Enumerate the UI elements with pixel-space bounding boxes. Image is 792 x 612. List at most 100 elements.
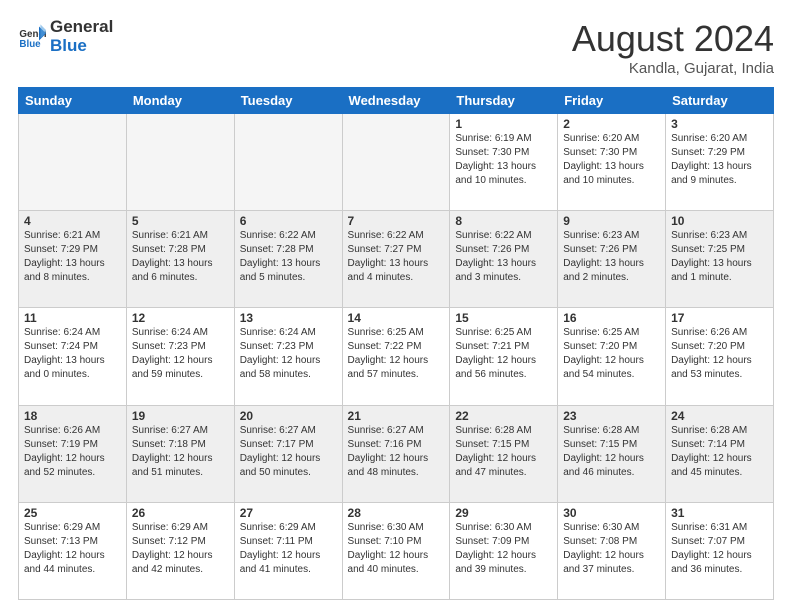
day-number: 25 bbox=[24, 506, 121, 520]
col-saturday: Saturday bbox=[666, 88, 774, 114]
day-number: 23 bbox=[563, 409, 660, 423]
day-number: 6 bbox=[240, 214, 337, 228]
day-info: Sunrise: 6:24 AM Sunset: 7:24 PM Dayligh… bbox=[24, 326, 121, 382]
calendar-cell: 16Sunrise: 6:25 AM Sunset: 7:20 PM Dayli… bbox=[558, 308, 666, 405]
calendar-cell: 24Sunrise: 6:28 AM Sunset: 7:14 PM Dayli… bbox=[666, 405, 774, 502]
calendar-cell: 13Sunrise: 6:24 AM Sunset: 7:23 PM Dayli… bbox=[234, 308, 342, 405]
day-info: Sunrise: 6:19 AM Sunset: 7:30 PM Dayligh… bbox=[455, 132, 552, 188]
calendar-cell: 9Sunrise: 6:23 AM Sunset: 7:26 PM Daylig… bbox=[558, 211, 666, 308]
calendar-cell: 22Sunrise: 6:28 AM Sunset: 7:15 PM Dayli… bbox=[450, 405, 558, 502]
day-info: Sunrise: 6:26 AM Sunset: 7:19 PM Dayligh… bbox=[24, 424, 121, 480]
page: General Blue General Blue August 2024 Ka… bbox=[0, 0, 792, 612]
day-number: 1 bbox=[455, 117, 552, 131]
calendar-cell: 11Sunrise: 6:24 AM Sunset: 7:24 PM Dayli… bbox=[19, 308, 127, 405]
calendar-cell: 10Sunrise: 6:23 AM Sunset: 7:25 PM Dayli… bbox=[666, 211, 774, 308]
calendar-week-row: 11Sunrise: 6:24 AM Sunset: 7:24 PM Dayli… bbox=[19, 308, 774, 405]
calendar-cell: 3Sunrise: 6:20 AM Sunset: 7:29 PM Daylig… bbox=[666, 114, 774, 211]
day-info: Sunrise: 6:24 AM Sunset: 7:23 PM Dayligh… bbox=[132, 326, 229, 382]
day-info: Sunrise: 6:22 AM Sunset: 7:28 PM Dayligh… bbox=[240, 229, 337, 285]
col-wednesday: Wednesday bbox=[342, 88, 450, 114]
day-info: Sunrise: 6:29 AM Sunset: 7:12 PM Dayligh… bbox=[132, 521, 229, 577]
calendar-header-row: Sunday Monday Tuesday Wednesday Thursday… bbox=[19, 88, 774, 114]
day-number: 19 bbox=[132, 409, 229, 423]
svg-text:Blue: Blue bbox=[19, 38, 41, 49]
calendar-cell: 27Sunrise: 6:29 AM Sunset: 7:11 PM Dayli… bbox=[234, 502, 342, 599]
day-info: Sunrise: 6:22 AM Sunset: 7:26 PM Dayligh… bbox=[455, 229, 552, 285]
day-number: 15 bbox=[455, 311, 552, 325]
day-number: 11 bbox=[24, 311, 121, 325]
logo: General Blue General Blue bbox=[18, 18, 113, 55]
calendar-cell: 4Sunrise: 6:21 AM Sunset: 7:29 PM Daylig… bbox=[19, 211, 127, 308]
day-number: 9 bbox=[563, 214, 660, 228]
day-info: Sunrise: 6:27 AM Sunset: 7:17 PM Dayligh… bbox=[240, 424, 337, 480]
day-info: Sunrise: 6:28 AM Sunset: 7:15 PM Dayligh… bbox=[563, 424, 660, 480]
month-title: August 2024 bbox=[572, 18, 774, 60]
day-info: Sunrise: 6:25 AM Sunset: 7:22 PM Dayligh… bbox=[348, 326, 445, 382]
calendar-week-row: 1Sunrise: 6:19 AM Sunset: 7:30 PM Daylig… bbox=[19, 114, 774, 211]
day-info: Sunrise: 6:30 AM Sunset: 7:08 PM Dayligh… bbox=[563, 521, 660, 577]
day-number: 24 bbox=[671, 409, 768, 423]
day-number: 22 bbox=[455, 409, 552, 423]
day-number: 20 bbox=[240, 409, 337, 423]
day-info: Sunrise: 6:24 AM Sunset: 7:23 PM Dayligh… bbox=[240, 326, 337, 382]
day-number: 28 bbox=[348, 506, 445, 520]
calendar-cell: 17Sunrise: 6:26 AM Sunset: 7:20 PM Dayli… bbox=[666, 308, 774, 405]
day-number: 5 bbox=[132, 214, 229, 228]
day-info: Sunrise: 6:29 AM Sunset: 7:11 PM Dayligh… bbox=[240, 521, 337, 577]
day-number: 29 bbox=[455, 506, 552, 520]
calendar-cell: 8Sunrise: 6:22 AM Sunset: 7:26 PM Daylig… bbox=[450, 211, 558, 308]
day-info: Sunrise: 6:20 AM Sunset: 7:29 PM Dayligh… bbox=[671, 132, 768, 188]
day-number: 26 bbox=[132, 506, 229, 520]
calendar-cell: 25Sunrise: 6:29 AM Sunset: 7:13 PM Dayli… bbox=[19, 502, 127, 599]
day-number: 12 bbox=[132, 311, 229, 325]
day-info: Sunrise: 6:21 AM Sunset: 7:29 PM Dayligh… bbox=[24, 229, 121, 285]
calendar-cell: 20Sunrise: 6:27 AM Sunset: 7:17 PM Dayli… bbox=[234, 405, 342, 502]
day-info: Sunrise: 6:20 AM Sunset: 7:30 PM Dayligh… bbox=[563, 132, 660, 188]
calendar-table: Sunday Monday Tuesday Wednesday Thursday… bbox=[18, 87, 774, 600]
day-info: Sunrise: 6:22 AM Sunset: 7:27 PM Dayligh… bbox=[348, 229, 445, 285]
calendar-cell: 1Sunrise: 6:19 AM Sunset: 7:30 PM Daylig… bbox=[450, 114, 558, 211]
col-friday: Friday bbox=[558, 88, 666, 114]
day-number: 3 bbox=[671, 117, 768, 131]
day-info: Sunrise: 6:25 AM Sunset: 7:20 PM Dayligh… bbox=[563, 326, 660, 382]
day-info: Sunrise: 6:26 AM Sunset: 7:20 PM Dayligh… bbox=[671, 326, 768, 382]
col-sunday: Sunday bbox=[19, 88, 127, 114]
calendar-cell: 15Sunrise: 6:25 AM Sunset: 7:21 PM Dayli… bbox=[450, 308, 558, 405]
calendar-week-row: 18Sunrise: 6:26 AM Sunset: 7:19 PM Dayli… bbox=[19, 405, 774, 502]
calendar-cell: 19Sunrise: 6:27 AM Sunset: 7:18 PM Dayli… bbox=[126, 405, 234, 502]
day-info: Sunrise: 6:27 AM Sunset: 7:16 PM Dayligh… bbox=[348, 424, 445, 480]
day-number: 18 bbox=[24, 409, 121, 423]
day-number: 14 bbox=[348, 311, 445, 325]
day-info: Sunrise: 6:28 AM Sunset: 7:15 PM Dayligh… bbox=[455, 424, 552, 480]
calendar-cell: 28Sunrise: 6:30 AM Sunset: 7:10 PM Dayli… bbox=[342, 502, 450, 599]
calendar-cell: 21Sunrise: 6:27 AM Sunset: 7:16 PM Dayli… bbox=[342, 405, 450, 502]
logo-general: General bbox=[50, 18, 113, 37]
calendar-cell bbox=[126, 114, 234, 211]
logo-blue: Blue bbox=[50, 37, 113, 56]
calendar-cell: 29Sunrise: 6:30 AM Sunset: 7:09 PM Dayli… bbox=[450, 502, 558, 599]
calendar-cell: 30Sunrise: 6:30 AM Sunset: 7:08 PM Dayli… bbox=[558, 502, 666, 599]
day-info: Sunrise: 6:30 AM Sunset: 7:09 PM Dayligh… bbox=[455, 521, 552, 577]
day-number: 31 bbox=[671, 506, 768, 520]
day-number: 27 bbox=[240, 506, 337, 520]
day-number: 30 bbox=[563, 506, 660, 520]
calendar-week-row: 25Sunrise: 6:29 AM Sunset: 7:13 PM Dayli… bbox=[19, 502, 774, 599]
day-number: 2 bbox=[563, 117, 660, 131]
location: Kandla, Gujarat, India bbox=[572, 60, 774, 77]
day-number: 4 bbox=[24, 214, 121, 228]
day-number: 16 bbox=[563, 311, 660, 325]
day-number: 21 bbox=[348, 409, 445, 423]
calendar-cell: 18Sunrise: 6:26 AM Sunset: 7:19 PM Dayli… bbox=[19, 405, 127, 502]
calendar-cell: 26Sunrise: 6:29 AM Sunset: 7:12 PM Dayli… bbox=[126, 502, 234, 599]
logo-icon: General Blue bbox=[18, 23, 46, 51]
calendar-cell: 14Sunrise: 6:25 AM Sunset: 7:22 PM Dayli… bbox=[342, 308, 450, 405]
day-info: Sunrise: 6:23 AM Sunset: 7:26 PM Dayligh… bbox=[563, 229, 660, 285]
calendar-cell: 7Sunrise: 6:22 AM Sunset: 7:27 PM Daylig… bbox=[342, 211, 450, 308]
day-number: 17 bbox=[671, 311, 768, 325]
col-tuesday: Tuesday bbox=[234, 88, 342, 114]
day-info: Sunrise: 6:31 AM Sunset: 7:07 PM Dayligh… bbox=[671, 521, 768, 577]
day-info: Sunrise: 6:25 AM Sunset: 7:21 PM Dayligh… bbox=[455, 326, 552, 382]
day-number: 10 bbox=[671, 214, 768, 228]
day-info: Sunrise: 6:27 AM Sunset: 7:18 PM Dayligh… bbox=[132, 424, 229, 480]
col-thursday: Thursday bbox=[450, 88, 558, 114]
